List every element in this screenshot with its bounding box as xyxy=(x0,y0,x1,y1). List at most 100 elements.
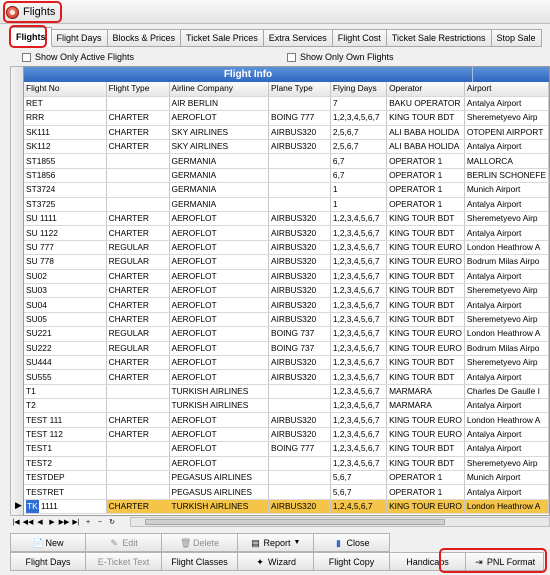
cell-operator[interactable]: ALI BABA HOLIDA xyxy=(386,139,465,155)
cell-airline-company[interactable]: AEROFLOT xyxy=(169,110,269,126)
table-row[interactable]: ST3725 GERMANIA 1 OPERATOR 1 Antalya Airport xyxy=(24,197,549,213)
cell-operator[interactable]: OPERATOR 1 xyxy=(386,168,465,184)
cell-flight-no[interactable]: TEST2 xyxy=(24,456,107,472)
cell-flight-type[interactable]: CHARTER xyxy=(106,312,170,328)
cell-operator[interactable]: KING TOUR BDT xyxy=(386,297,465,313)
cell-flight-type[interactable]: CHARTER xyxy=(106,427,170,443)
cell-airline-company[interactable]: GERMANIA xyxy=(169,197,269,213)
cell-plane-type[interactable]: AIRBUS320 xyxy=(268,139,331,155)
cell-airline-company[interactable]: AEROFLOT xyxy=(169,297,269,313)
cell-flying-days[interactable]: 1,2,3,4,5,6,7 xyxy=(330,398,388,414)
table-row[interactable]: TESTDEP PEGASUS AIRLINES 5,6,7 OPERATOR 1 Mu… xyxy=(24,470,549,486)
table-row[interactable]: SK111 CHARTER SKY AIRLINES AIRBUS320 2,5,6,7… xyxy=(24,125,549,141)
cell-flying-days[interactable]: 1,2,3,4,5,6,7 xyxy=(330,312,388,328)
cell-airport[interactable]: Munich Airport xyxy=(464,470,549,486)
horizontal-scrollbar[interactable] xyxy=(130,517,550,527)
table-row[interactable]: SU 778 REGULAR AEROFLOT AIRBUS320 1,2,3,4,5,… xyxy=(24,254,549,270)
cell-flying-days[interactable]: 1,2,4,5,6,7 xyxy=(330,499,388,515)
cell-operator[interactable]: OPERATOR 1 xyxy=(386,470,465,486)
active-flights-checkbox-box[interactable] xyxy=(22,52,31,62)
cell-operator[interactable]: KING TOUR BDT xyxy=(386,211,465,227)
cell-airline-company[interactable]: AEROFLOT xyxy=(169,269,269,284)
cell-plane-type[interactable]: AIRBUS320 xyxy=(268,312,331,328)
cell-flight-no[interactable]: SU555 xyxy=(24,369,107,385)
cell-flight-type[interactable]: CHARTER xyxy=(106,499,170,515)
table-row[interactable]: SU 1122 CHARTER AEROFLOT AIRBUS320 1,2,3,4,5… xyxy=(24,225,549,241)
cell-flying-days[interactable]: 1,2,3,4,5,6,7 xyxy=(330,369,388,385)
cell-airline-company[interactable]: AEROFLOT xyxy=(169,225,269,241)
cell-operator[interactable]: MARMARA xyxy=(386,398,465,414)
cell-operator[interactable]: KING TOUR BDT xyxy=(386,456,465,472)
column-header-operator[interactable]: Operator xyxy=(386,82,465,97)
cell-flight-type[interactable]: CHARTER xyxy=(106,225,170,241)
cell-flight-type[interactable]: CHARTER xyxy=(106,269,170,284)
cell-airport[interactable]: Antalya Airport xyxy=(464,369,549,385)
cell-flight-type[interactable]: REGULAR xyxy=(106,240,170,256)
cell-flight-no[interactable]: TEST1 xyxy=(24,441,107,457)
column-header-flight-type[interactable]: Flight Type xyxy=(106,82,170,97)
cell-airport[interactable]: Antalya Airport xyxy=(464,269,549,284)
cell-flight-type[interactable] xyxy=(106,182,170,198)
column-header-airport[interactable]: Airport xyxy=(464,82,549,97)
cell-plane-type[interactable]: AIRBUS320 xyxy=(268,254,331,270)
cell-plane-type[interactable]: AIRBUS320 xyxy=(268,125,331,141)
cell-operator[interactable]: KING TOUR BDT xyxy=(386,441,465,457)
cell-plane-type[interactable]: BOING 737 xyxy=(268,341,331,356)
cell-flight-type[interactable] xyxy=(106,441,170,457)
cell-airport[interactable]: Sheremetyevo Airp xyxy=(464,312,549,328)
cell-operator[interactable]: MARMARA xyxy=(386,384,465,400)
cell-operator[interactable]: KING TOUR EURO xyxy=(386,326,465,342)
tab-ticket-sale-restrictions[interactable]: Ticket Sale Restrictions xyxy=(386,29,492,47)
cell-airport[interactable]: Antalya Airport xyxy=(464,96,549,112)
cell-plane-type[interactable]: BOING 737 xyxy=(268,326,331,342)
cell-plane-type[interactable] xyxy=(268,398,331,414)
cell-flying-days[interactable]: 1 xyxy=(330,182,388,198)
cell-airline-company[interactable]: AEROFLOT xyxy=(169,326,269,342)
cell-flight-no[interactable]: ST1855 xyxy=(24,153,107,169)
edit-button[interactable]: ✎ Edit xyxy=(86,533,162,552)
cell-flight-type[interactable] xyxy=(106,484,170,500)
cell-flight-no[interactable]: TESTRET xyxy=(24,484,107,500)
cell-airline-company[interactable]: GERMANIA xyxy=(169,182,269,198)
nav-prev-page-icon[interactable]: ◀◀ xyxy=(22,517,34,528)
cell-flight-no[interactable]: SU 1122 xyxy=(24,225,107,241)
cell-plane-type[interactable]: AIRBUS320 xyxy=(268,269,331,284)
cell-airport[interactable]: London Heathrow A xyxy=(464,499,549,515)
cell-operator[interactable]: BAKU OPERATOR xyxy=(386,96,465,112)
cell-flight-no[interactable]: ST3725 xyxy=(24,197,107,213)
cell-flight-no[interactable]: T2 xyxy=(24,398,107,414)
cell-plane-type[interactable]: AIRBUS320 xyxy=(268,355,331,371)
cell-flight-type[interactable]: CHARTER xyxy=(106,125,170,141)
cell-plane-type[interactable] xyxy=(268,456,331,472)
cell-plane-type[interactable]: AIRBUS320 xyxy=(268,211,331,227)
cell-airline-company[interactable]: AEROFLOT xyxy=(169,355,269,371)
cell-flying-days[interactable]: 1,2,3,4,5,6,7 xyxy=(330,427,388,443)
cell-airport[interactable]: Sheremetyevo Airp xyxy=(464,211,549,227)
handicaps-button[interactable]: Handicaps xyxy=(390,552,466,571)
cell-airline-company[interactable]: AEROFLOT xyxy=(169,341,269,356)
cell-airline-company[interactable]: TURKISH AIRLINES xyxy=(169,499,269,515)
cell-airline-company[interactable]: AIR BERLIN xyxy=(169,96,269,112)
cell-plane-type[interactable]: AIRBUS320 xyxy=(268,240,331,256)
cell-airline-company[interactable]: AEROFLOT xyxy=(169,211,269,227)
report-button[interactable]: ▤ Report ▼ xyxy=(238,533,314,552)
cell-airline-company[interactable]: GERMANIA xyxy=(169,168,269,184)
cell-airport[interactable]: Sheremetyevo Airp xyxy=(464,456,549,472)
cell-flying-days[interactable]: 1,2,3,4,5,6,7 xyxy=(330,412,388,428)
cell-plane-type[interactable] xyxy=(268,168,331,184)
cell-flight-no[interactable]: SU04 xyxy=(24,297,107,313)
cell-flying-days[interactable]: 1,2,3,4,5,6,7 xyxy=(330,211,388,227)
cell-plane-type[interactable] xyxy=(268,96,331,112)
close-button[interactable]: ▮ Close xyxy=(314,533,390,552)
nav-refresh-icon[interactable]: ↻ xyxy=(106,517,118,528)
table-row[interactable]: RET AIR BERLIN 7 BAKU OPERATOR Antalya Airpo… xyxy=(24,96,549,112)
cell-airport[interactable]: Antalya Airport xyxy=(464,427,549,443)
table-row[interactable]: SU 777 REGULAR AEROFLOT AIRBUS320 1,2,3,4,5,… xyxy=(24,240,549,256)
cell-operator[interactable]: KING TOUR EURO xyxy=(386,341,465,356)
cell-airline-company[interactable]: SKY AIRLINES xyxy=(169,125,269,141)
cell-airline-company[interactable]: AEROFLOT xyxy=(169,283,269,299)
cell-flight-no[interactable]: TEST 111 xyxy=(24,412,107,428)
e-ticket-text-button[interactable]: E-Ticket Text xyxy=(86,552,162,571)
cell-airport[interactable]: OTOPENI AIRPORT xyxy=(464,125,549,141)
cell-flight-no[interactable]: RRR xyxy=(24,110,107,126)
